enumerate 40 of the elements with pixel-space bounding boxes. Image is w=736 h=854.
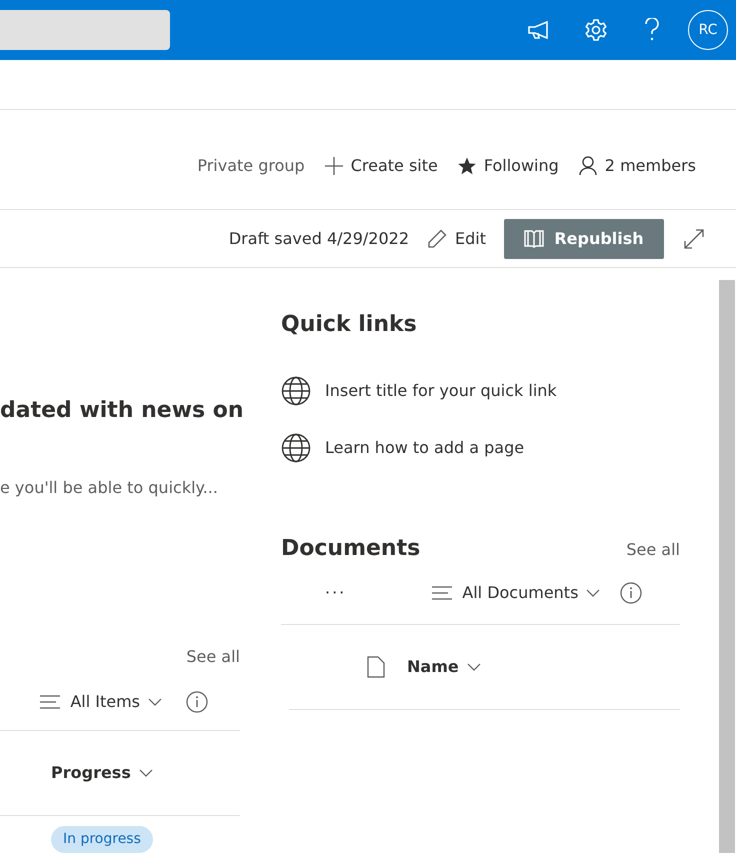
status-tag: In progress (51, 826, 153, 853)
news-description: e you'll be able to quickly... (0, 477, 219, 500)
documents-heading: Documents (281, 536, 420, 563)
see-all-link[interactable]: See all (626, 538, 680, 562)
republish-button[interactable]: Republish (504, 218, 664, 258)
view-list-icon (432, 586, 454, 600)
view-list-icon (40, 694, 62, 709)
file-icon (367, 656, 385, 678)
quick-links-heading: Quick links (281, 312, 418, 338)
view-selector[interactable]: All Items (40, 690, 162, 714)
chevron-down-icon (148, 698, 162, 706)
globe-icon (281, 376, 311, 406)
group-privacy-label: Private group (197, 154, 305, 176)
info-icon[interactable] (186, 690, 208, 713)
scrollbar[interactable] (719, 280, 735, 853)
chevron-down-icon (466, 662, 481, 671)
plus-icon (324, 156, 343, 174)
star-icon (458, 156, 476, 174)
view-selector[interactable]: All Documents (432, 581, 600, 606)
quick-link[interactable]: Insert title for your quick link (281, 376, 557, 406)
edit-button[interactable]: Edit (427, 226, 486, 250)
search-field[interactable] (0, 10, 170, 50)
quick-link[interactable]: Learn how to add a page (281, 432, 524, 463)
create-site-button[interactable]: Create site (324, 154, 438, 178)
column-header[interactable]: Name (407, 654, 481, 679)
members-button[interactable]: 2 members (578, 154, 696, 178)
draft-status: Draft saved 4/29/2022 (228, 228, 410, 250)
person-icon (578, 156, 597, 176)
following-button[interactable]: Following (458, 154, 559, 178)
info-icon[interactable] (620, 582, 642, 604)
more-options-button[interactable]: ··· (325, 581, 346, 606)
news-heading: dated with news on (0, 398, 240, 424)
book-icon (524, 230, 544, 248)
see-all-link[interactable]: See all (186, 645, 240, 670)
chevron-down-icon (138, 769, 153, 778)
chevron-down-icon (586, 589, 600, 598)
column-header[interactable]: Progress (51, 761, 153, 786)
pencil-icon (427, 228, 448, 248)
user-avatar[interactable]: RC (688, 10, 728, 50)
globe-icon (281, 432, 311, 463)
